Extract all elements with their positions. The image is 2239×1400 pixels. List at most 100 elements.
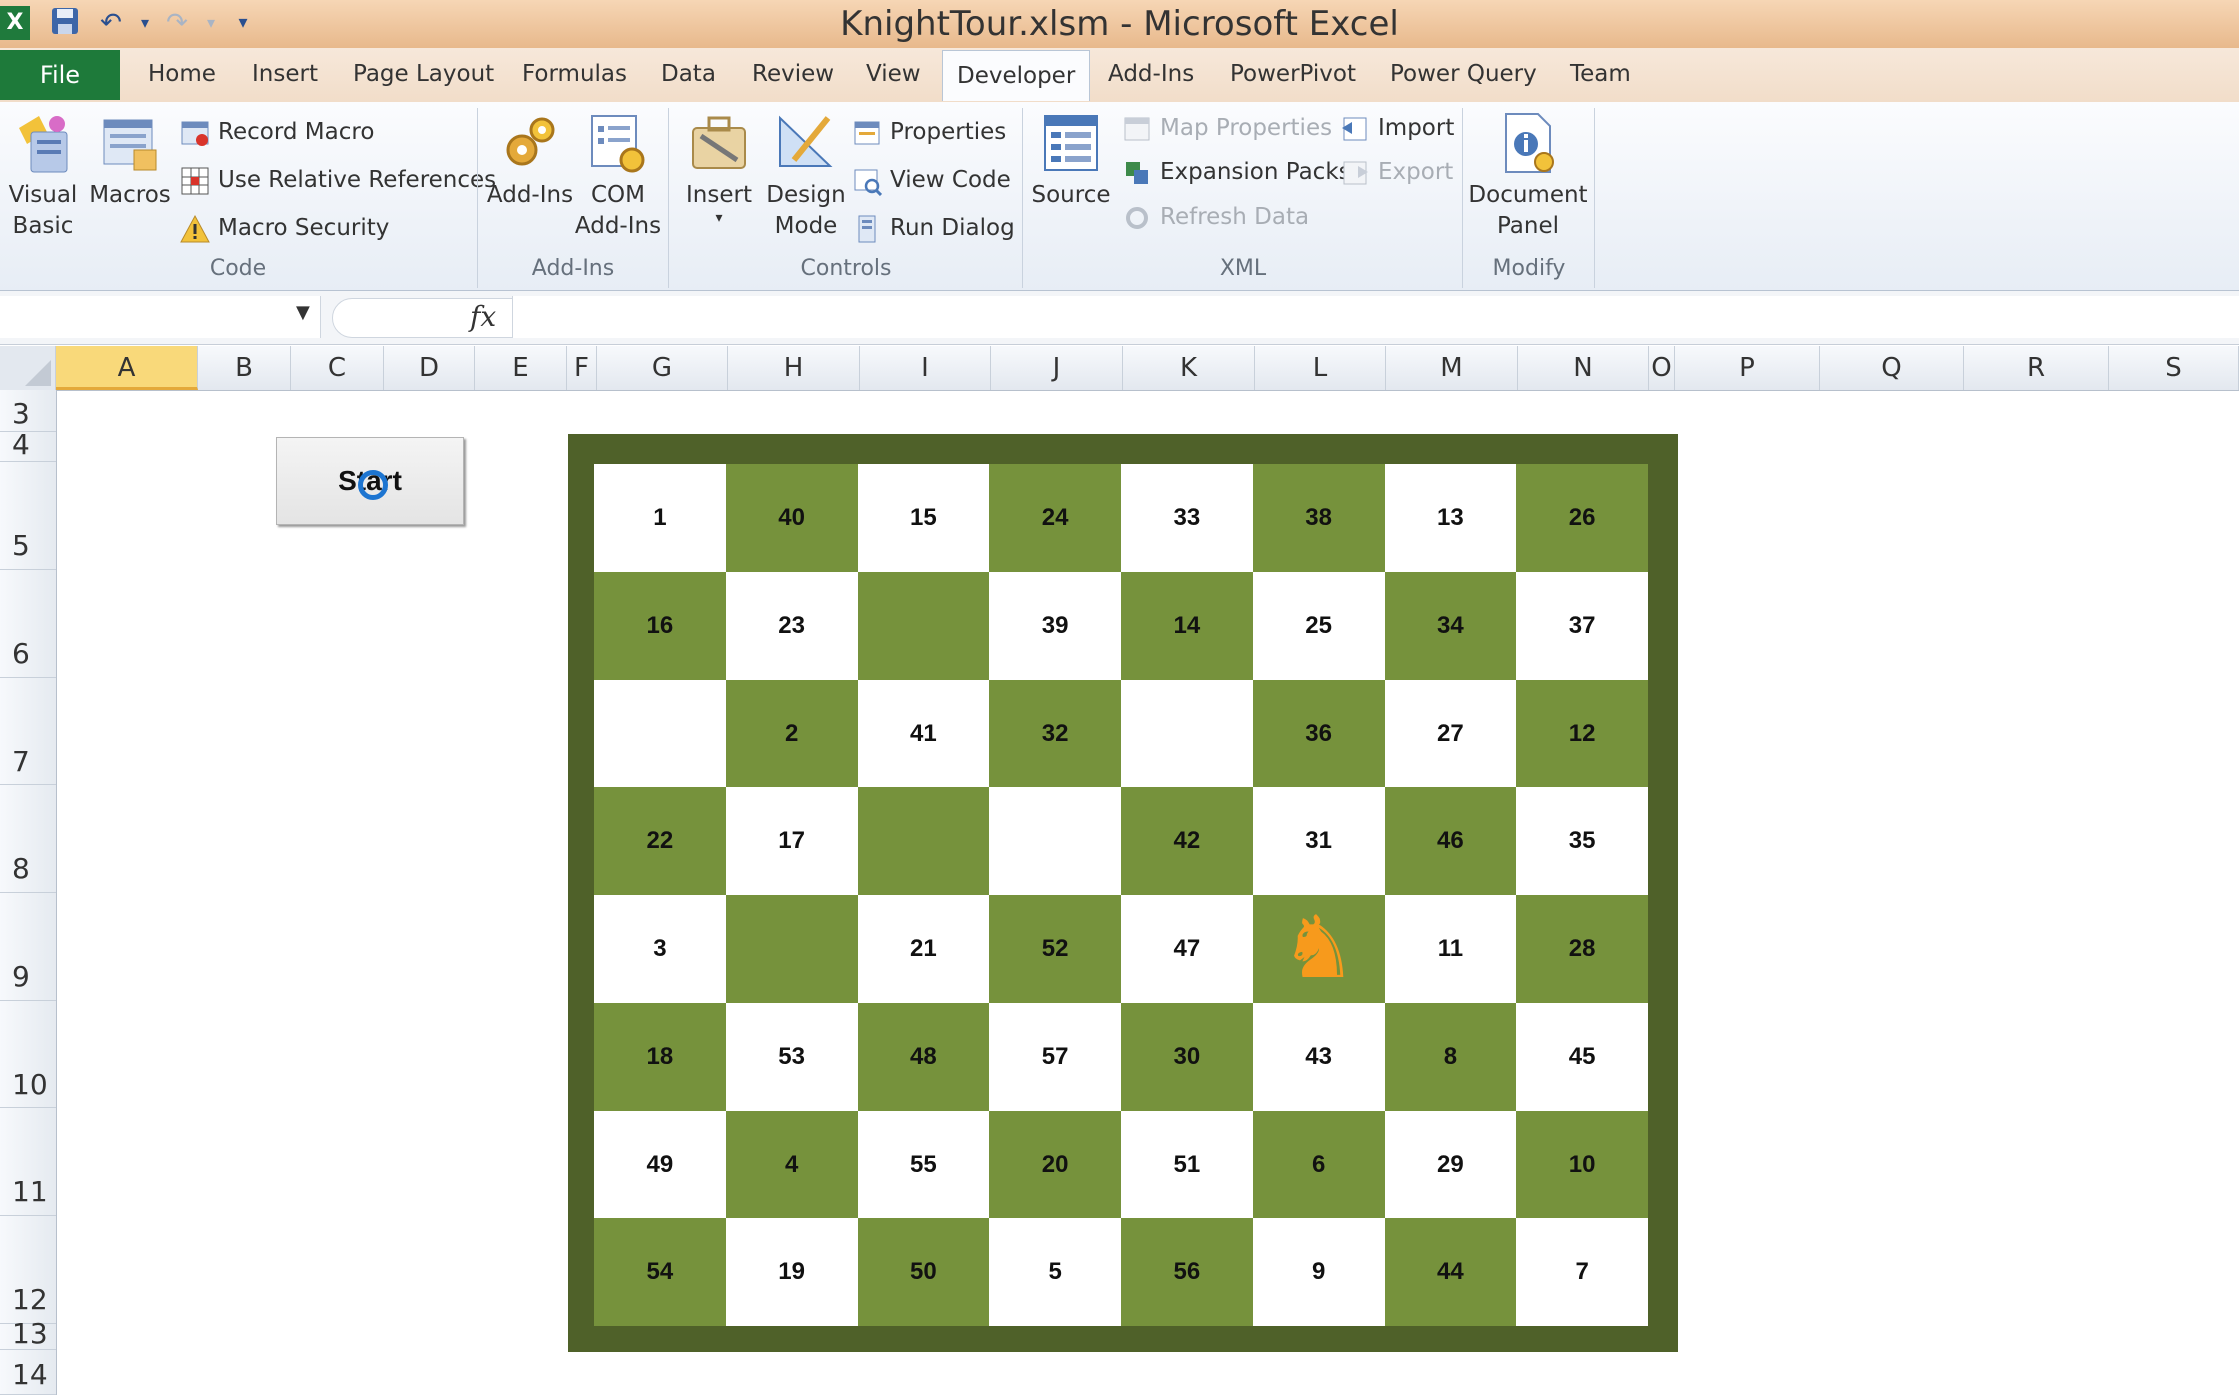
board-square[interactable]: 31 — [1252, 787, 1385, 895]
tab-file[interactable]: File — [0, 50, 120, 100]
view-code-button[interactable]: View Code — [852, 160, 1011, 200]
board-square[interactable]: 29 — [1384, 1110, 1517, 1219]
column-header-e[interactable]: E — [475, 346, 567, 390]
board-square[interactable] — [857, 787, 990, 895]
board-square[interactable]: 3 — [594, 895, 726, 1003]
board-square[interactable] — [1121, 679, 1253, 788]
insert-control-button[interactable]: Insert ▾ — [674, 110, 764, 225]
use-relative-references-button[interactable]: Use Relative References — [180, 160, 496, 200]
row-header-10[interactable]: 10 — [0, 1001, 56, 1108]
board-square[interactable]: 28 — [1516, 895, 1648, 1003]
properties-button[interactable]: Properties — [852, 112, 1006, 152]
board-square[interactable]: 15 — [857, 464, 990, 572]
row-header-14[interactable]: 14 — [0, 1350, 56, 1395]
formula-input[interactable] — [512, 296, 2239, 338]
board-square[interactable]: 46 — [1384, 787, 1517, 895]
board-square[interactable]: 12 — [1516, 679, 1648, 788]
insert-function-icon[interactable]: fx — [470, 300, 496, 333]
board-square[interactable]: 16 — [594, 571, 726, 680]
tab-add-ins[interactable]: Add-Ins — [1094, 52, 1208, 96]
board-square[interactable]: 11 — [1384, 895, 1517, 1003]
row-header-9[interactable]: 9 — [0, 893, 56, 1001]
tab-powerpivot[interactable]: PowerPivot — [1216, 52, 1370, 96]
board-square[interactable]: 13 — [1384, 464, 1517, 572]
board-square[interactable]: 20 — [989, 1110, 1121, 1219]
board-square[interactable]: 25 — [1252, 571, 1385, 680]
board-square[interactable]: 26 — [1516, 464, 1648, 572]
board-square[interactable]: 55 — [857, 1110, 990, 1219]
tab-power-query[interactable]: Power Query — [1376, 52, 1551, 96]
column-header-k[interactable]: K — [1123, 346, 1255, 390]
board-square[interactable]: 22 — [594, 787, 726, 895]
board-square[interactable]: 47 — [1121, 895, 1253, 1003]
source-button[interactable]: Source — [1028, 110, 1114, 211]
board-square[interactable]: 37 — [1516, 571, 1648, 680]
board-square[interactable]: 17 — [725, 787, 858, 895]
column-header-d[interactable]: D — [384, 346, 475, 390]
board-square[interactable]: 54 — [594, 1218, 726, 1326]
row-header-12[interactable]: 12 — [0, 1216, 56, 1324]
column-header-m[interactable]: M — [1386, 346, 1518, 390]
board-square[interactable]: 4 — [725, 1110, 858, 1219]
row-header-5[interactable]: 5 — [0, 462, 56, 570]
board-square[interactable]: 34 — [1384, 571, 1517, 680]
column-header-a[interactable]: A — [56, 346, 198, 390]
board-square[interactable]: 36 — [1252, 679, 1385, 788]
row-header-6[interactable]: 6 — [0, 570, 56, 678]
macro-security-button[interactable]: Macro Security — [180, 208, 389, 248]
column-header-s[interactable]: S — [2109, 346, 2239, 390]
board-square[interactable]: 23 — [725, 571, 858, 680]
column-header-q[interactable]: Q — [1820, 346, 1964, 390]
row-header-7[interactable]: 7 — [0, 678, 56, 785]
board-square[interactable]: 51 — [1121, 1110, 1253, 1219]
column-header-f[interactable]: F — [567, 346, 597, 390]
board-square[interactable] — [594, 679, 726, 788]
board-square[interactable]: 5 — [989, 1218, 1121, 1326]
name-box[interactable] — [0, 296, 321, 338]
board-square[interactable]: 45 — [1516, 1002, 1648, 1111]
row-header-11[interactable]: 11 — [0, 1108, 56, 1216]
expansion-packs-button[interactable]: Expansion Packs — [1122, 152, 1351, 192]
column-header-j[interactable]: J — [991, 346, 1123, 390]
board-square[interactable]: 8 — [1384, 1002, 1517, 1111]
com-add-ins-button[interactable]: COM Add-Ins — [574, 110, 662, 242]
document-panel-button[interactable]: Document Panel — [1468, 110, 1588, 242]
board-square[interactable]: 56 — [1121, 1218, 1253, 1326]
board-square[interactable]: 7 — [1516, 1218, 1648, 1326]
board-square[interactable]: 2 — [725, 679, 858, 788]
column-header-c[interactable]: C — [291, 346, 384, 390]
tab-view[interactable]: View — [852, 52, 935, 96]
add-ins-button[interactable]: Add-Ins — [484, 110, 576, 211]
board-square[interactable]: 44 — [1384, 1218, 1517, 1326]
row-header-8[interactable]: 8 — [0, 785, 56, 893]
board-square[interactable]: 6 — [1252, 1110, 1385, 1219]
tab-home[interactable]: Home — [134, 52, 230, 96]
board-square[interactable]: 53 — [725, 1002, 858, 1111]
tab-page-layout[interactable]: Page Layout — [339, 52, 508, 96]
board-square[interactable]: ♞ — [1252, 895, 1385, 1003]
column-header-o[interactable]: O — [1649, 346, 1675, 390]
board-square[interactable]: 50 — [857, 1218, 990, 1326]
design-mode-button[interactable]: Design Mode — [762, 110, 850, 242]
tab-review[interactable]: Review — [738, 52, 848, 96]
board-square[interactable]: 18 — [594, 1002, 726, 1111]
tab-formulas[interactable]: Formulas — [508, 52, 641, 96]
column-header-n[interactable]: N — [1518, 346, 1649, 390]
board-square[interactable]: 14 — [1121, 571, 1253, 680]
column-header-g[interactable]: G — [597, 346, 728, 390]
row-header-13[interactable]: 13 — [0, 1320, 56, 1350]
board-square[interactable] — [857, 571, 990, 680]
board-square[interactable]: 24 — [989, 464, 1121, 572]
board-square[interactable]: 57 — [989, 1002, 1121, 1111]
board-square[interactable]: 35 — [1516, 787, 1648, 895]
board-square[interactable]: 21 — [857, 895, 990, 1003]
board-square[interactable]: 10 — [1516, 1110, 1648, 1219]
import-button[interactable]: Import — [1340, 108, 1454, 148]
board-square[interactable]: 33 — [1121, 464, 1253, 572]
column-header-p[interactable]: P — [1675, 346, 1820, 390]
run-dialog-button[interactable]: Run Dialog — [852, 208, 1015, 248]
board-square[interactable]: 41 — [857, 679, 990, 788]
column-header-h[interactable]: H — [728, 346, 860, 390]
tab-data[interactable]: Data — [647, 52, 730, 96]
board-square[interactable]: 32 — [989, 679, 1121, 788]
